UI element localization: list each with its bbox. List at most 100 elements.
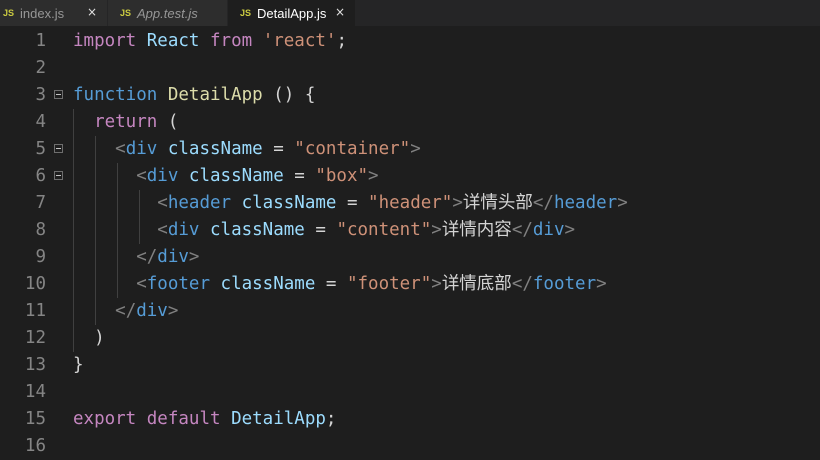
code-token: > (431, 220, 442, 240)
line-number: 14 (24, 382, 46, 402)
tab-label: index.js (20, 5, 65, 21)
code-editor[interactable]: 1 import React from 'react'; 2 3 function De… (0, 28, 820, 456)
code-token: > (368, 166, 379, 186)
code-line[interactable]: 9 </div> (0, 244, 820, 271)
code-token: className (188, 166, 284, 186)
code-line[interactable]: 4 return ( (0, 109, 820, 136)
code-token: > (167, 301, 179, 321)
code-token: className (167, 139, 263, 159)
code-token: = (283, 166, 316, 186)
code-text: <div className = "box"> (73, 163, 379, 190)
tab-index-js[interactable]: JS index.js × (0, 0, 108, 26)
fold-toggle-icon[interactable] (54, 171, 63, 180)
code-token: > (617, 193, 628, 213)
code-text: <footer className = "footer">详情底部</foote… (73, 271, 607, 298)
line-number: 2 (35, 58, 46, 78)
indent-guide (95, 136, 96, 325)
code-line[interactable]: 1 import React from 'react'; (0, 28, 820, 55)
code-line[interactable]: 11 </div> (0, 298, 820, 325)
code-token: export (73, 409, 137, 429)
code-line[interactable]: 2 (0, 55, 820, 82)
line-number: 16 (24, 436, 46, 456)
close-icon[interactable]: × (87, 5, 97, 19)
line-number: 11 (24, 301, 46, 321)
code-token: < (157, 193, 168, 213)
code-line[interactable]: 12 ) (0, 325, 820, 352)
code-line[interactable]: 6 <div className = "box"> (0, 163, 820, 190)
code-token: div (157, 247, 189, 267)
line-number: 8 (35, 220, 46, 240)
code-line[interactable]: 16 (0, 433, 820, 460)
js-file-icon: JS (3, 8, 15, 18)
code-token: "container" (294, 139, 411, 159)
code-line[interactable]: 3 function DetailApp () { (0, 82, 820, 109)
code-token: 详情底部 (441, 274, 512, 294)
code-token: < (136, 166, 147, 186)
line-number: 9 (35, 247, 46, 267)
code-token: div (125, 139, 158, 159)
code-token: footer (146, 274, 210, 294)
editor-tab-bar: JS index.js × JS App.test.js JS DetailAp… (0, 0, 820, 26)
tab-label: App.test.js (137, 5, 198, 21)
line-number: 5 (35, 139, 46, 159)
close-icon[interactable]: × (335, 5, 345, 19)
code-line[interactable]: 10 <footer className = "footer">详情底部</fo… (0, 271, 820, 298)
code-line[interactable]: 15 export default DetailApp; (0, 406, 820, 433)
code-token: default (146, 409, 221, 429)
tab-detailapp-js[interactable]: JS DetailApp.js × (228, 0, 356, 26)
code-token: React (146, 31, 200, 51)
code-line[interactable]: 5 <div className = "container"> (0, 136, 820, 163)
code-token: "content" (336, 220, 432, 240)
code-line[interactable]: 14 (0, 379, 820, 406)
code-token: function (73, 85, 158, 105)
code-token: 详情内容 (441, 220, 512, 240)
code-text: </div> (73, 298, 178, 325)
code-token: header (167, 193, 232, 213)
code-token: < (157, 220, 168, 240)
line-number: 3 (35, 85, 46, 105)
code-token: = (336, 193, 369, 213)
code-token: DetailApp (231, 409, 326, 429)
js-file-icon: JS (240, 8, 252, 18)
code-token: div (136, 301, 168, 321)
code-line[interactable]: 8 <div className = "content">详情内容</div> (0, 217, 820, 244)
js-file-icon: JS (120, 8, 132, 18)
code-token: > (596, 274, 607, 294)
code-text: } (73, 352, 84, 379)
code-token: </ (115, 301, 137, 321)
fold-toggle-icon[interactable] (54, 144, 63, 153)
line-number: 7 (35, 193, 46, 213)
code-text: function DetailApp () { (73, 82, 315, 109)
tab-app-test-js[interactable]: JS App.test.js (108, 0, 228, 26)
code-token: </ (136, 247, 158, 267)
code-token: } (73, 355, 84, 375)
code-token: </ (511, 220, 533, 240)
code-token: className (210, 220, 305, 240)
code-text: <header className = "header">详情头部</heade… (73, 190, 628, 217)
code-text: <div className = "content">详情内容</div> (73, 217, 575, 244)
code-token: < (136, 274, 147, 294)
code-line[interactable]: 7 <header className = "header">详情头部</hea… (0, 190, 820, 217)
code-token: > (410, 139, 421, 159)
code-token: > (452, 193, 463, 213)
code-line[interactable]: 13} (0, 352, 820, 379)
fold-toggle-icon[interactable] (54, 90, 63, 99)
code-token: () { (262, 85, 316, 105)
line-number: 15 (24, 409, 46, 429)
code-token: ( (157, 112, 179, 132)
code-token: ) (73, 328, 105, 348)
